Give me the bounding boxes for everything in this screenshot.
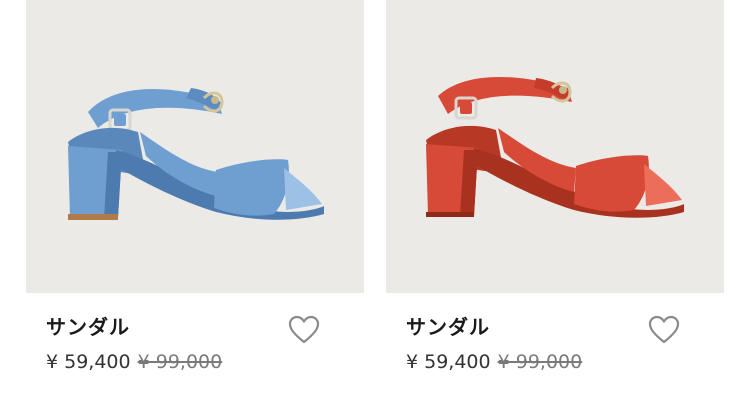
product-name[interactable]: サンダル — [46, 311, 130, 340]
heart-outline-icon — [648, 315, 680, 344]
original-price: ¥ 99,000 — [137, 351, 223, 373]
favorite-button[interactable] — [288, 315, 320, 345]
sale-price: ¥ 59,400 — [406, 351, 491, 373]
product-image[interactable] — [386, 0, 724, 293]
product-card-2[interactable]: サンダル ¥ 59,400 ¥ 99,000 — [386, 0, 724, 395]
price-row: ¥ 59,400 ¥ 99,000 — [406, 351, 582, 373]
sale-price: ¥ 59,400 — [46, 351, 131, 373]
product-image[interactable] — [26, 0, 364, 293]
product-grid: サンダル ¥ 59,400 ¥ 99,000 サンダル ¥ 59,400 ¥ 9… — [0, 0, 750, 395]
product-card-1[interactable]: サンダル ¥ 59,400 ¥ 99,000 — [26, 0, 364, 395]
product-name[interactable]: サンダル — [406, 311, 490, 340]
sandal-image — [68, 88, 324, 220]
sandal-image — [426, 76, 684, 218]
heart-outline-icon — [288, 315, 320, 344]
favorite-button[interactable] — [648, 315, 680, 345]
price-row: ¥ 59,400 ¥ 99,000 — [46, 351, 222, 373]
original-price: ¥ 99,000 — [497, 351, 583, 373]
